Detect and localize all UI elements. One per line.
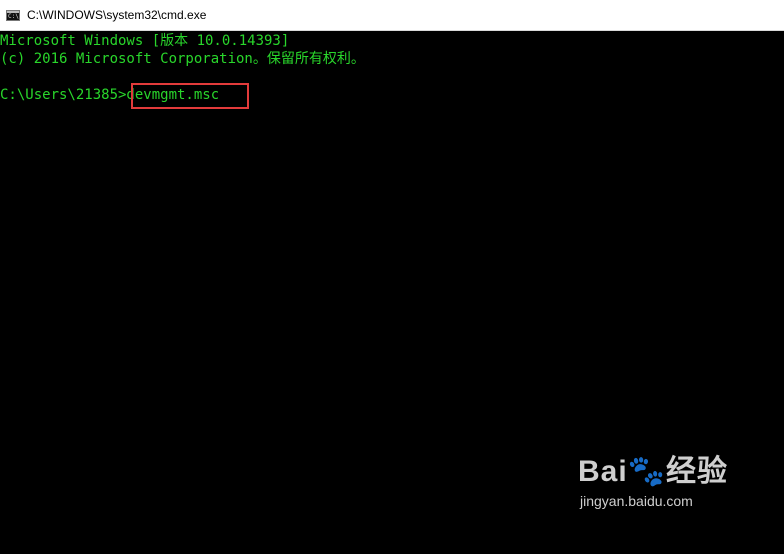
baidu-jingyan-watermark: Bai🐾经验 jingyan.baidu.com bbox=[578, 454, 738, 510]
window-title: C:\WINDOWS\system32\cmd.exe bbox=[27, 8, 207, 22]
watermark-url: jingyan.baidu.com bbox=[580, 493, 693, 509]
cmd-icon[interactable]: C:\ bbox=[6, 10, 20, 21]
console-line-copyright: (c) 2016 Microsoft Corporation。保留所有权利。 bbox=[0, 51, 365, 67]
title-bar[interactable]: C:\ C:\WINDOWS\system32\cmd.exe bbox=[0, 0, 784, 31]
watermark-logo: Bai🐾经验 bbox=[578, 455, 729, 488]
command-highlight-box bbox=[131, 83, 249, 109]
console-line-version: Microsoft Windows [版本 10.0.14393] bbox=[0, 33, 290, 49]
